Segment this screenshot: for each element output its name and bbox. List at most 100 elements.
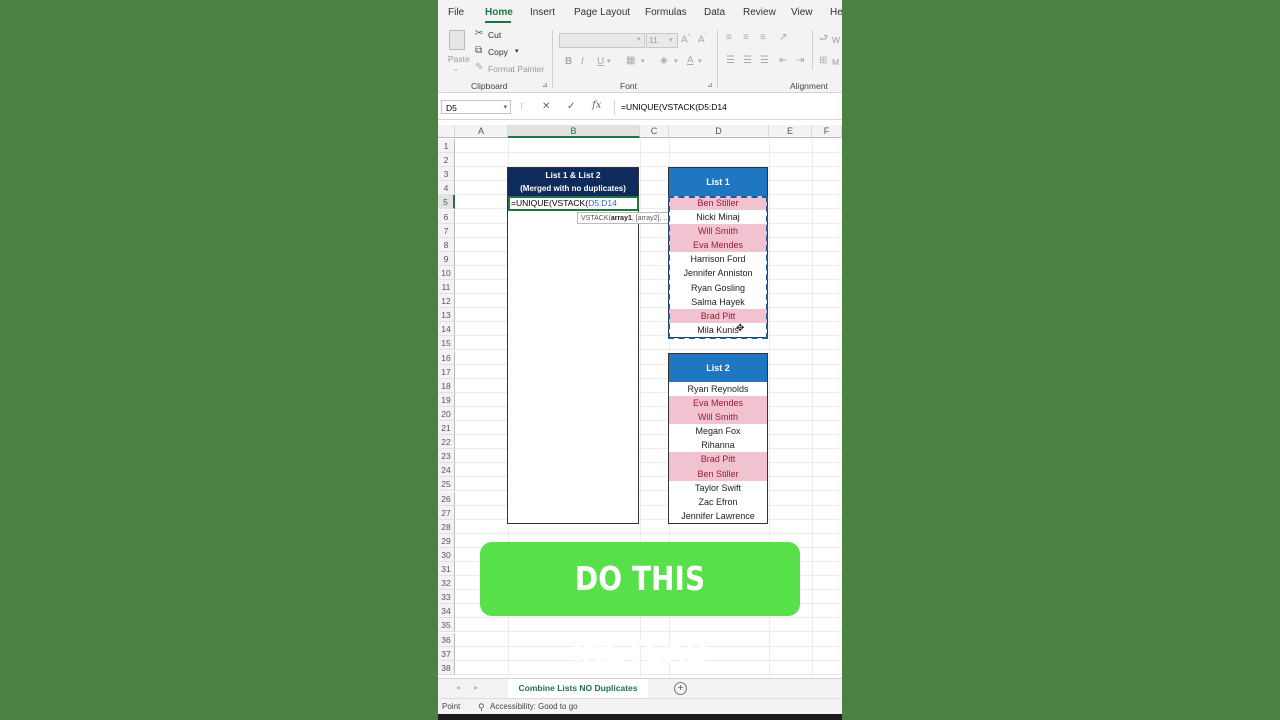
fill-color-icon[interactable]: ◈	[660, 56, 668, 66]
column-header-d[interactable]: D	[669, 125, 769, 138]
row-header[interactable]: 4	[438, 181, 455, 196]
scroll-right-icon[interactable]: ▸	[474, 684, 478, 692]
column-header-f[interactable]: F	[812, 125, 842, 138]
align-top-icon[interactable]: ≡	[726, 33, 732, 43]
add-sheet-icon[interactable]: +	[674, 682, 687, 695]
accessibility-icon[interactable]: ⚲	[478, 699, 485, 715]
row-header[interactable]: 10	[438, 265, 455, 280]
align-bottom-icon[interactable]: ≡	[760, 33, 766, 43]
list-item[interactable]: Ben Stiller	[669, 466, 767, 481]
font-name-select[interactable]	[559, 33, 645, 48]
tab-page-layout[interactable]: Page Layout	[574, 7, 630, 18]
list-item[interactable]: Salma Hayek	[669, 295, 767, 309]
decrease-indent-icon[interactable]: ⇤	[779, 56, 787, 66]
chevron-down-icon[interactable]: ▾	[607, 58, 611, 65]
scroll-left-icon[interactable]: ◂	[456, 684, 460, 692]
list-item[interactable]: Mila Kunis	[669, 323, 767, 337]
row-header[interactable]: 20	[438, 406, 455, 421]
sheet-tab-active[interactable]: Combine Lists NO Duplicates	[508, 679, 648, 700]
list-item[interactable]: Eva Mendes	[669, 396, 767, 411]
row-header[interactable]: 9	[438, 251, 455, 266]
tab-data[interactable]: Data	[704, 7, 725, 18]
row-header[interactable]: 23	[438, 449, 455, 464]
formula-input[interactable]: =UNIQUE(VSTACK(D5:D14	[614, 100, 842, 115]
list-item[interactable]: Taylor Swift	[669, 481, 767, 495]
enter-icon[interactable]: ✓	[567, 102, 575, 112]
column-header-b[interactable]: B	[508, 125, 640, 138]
row-header[interactable]: 28	[438, 519, 455, 534]
list-item[interactable]: Brad Pitt	[669, 452, 767, 467]
row-header[interactable]: 29	[438, 533, 455, 548]
tab-view[interactable]: View	[791, 7, 813, 18]
row-header[interactable]: 26	[438, 491, 455, 506]
row-header[interactable]: 36	[438, 632, 455, 647]
list-item[interactable]: Rihanna	[669, 438, 767, 452]
row-header[interactable]: 12	[438, 294, 455, 309]
select-all-corner[interactable]	[438, 125, 455, 138]
row-header[interactable]: 13	[438, 308, 455, 323]
row-header[interactable]: 15	[438, 336, 455, 351]
row-header[interactable]: 6	[438, 209, 455, 224]
list-item[interactable]: Brad Pitt	[669, 308, 767, 323]
italic-button[interactable]: I	[581, 57, 584, 67]
underline-button[interactable]: U	[597, 57, 604, 67]
column-header-c[interactable]: C	[640, 125, 669, 138]
accessibility-status[interactable]: Accessibility: Good to go	[490, 699, 578, 715]
list-item[interactable]: Zac Efron	[669, 495, 767, 509]
tab-help[interactable]: He	[830, 7, 842, 18]
row-header[interactable]: 17	[438, 364, 455, 379]
list-item[interactable]: Jennifer Lawrence	[669, 509, 767, 523]
wrap-text-label[interactable]: W	[832, 35, 840, 45]
tab-home[interactable]: Home	[485, 7, 513, 18]
row-header[interactable]: 3	[438, 167, 455, 182]
chevron-down-icon[interactable]: ▾	[641, 58, 645, 65]
row-header[interactable]: 30	[438, 547, 455, 562]
list1-header[interactable]: List 1	[669, 168, 767, 196]
row-header[interactable]: 14	[438, 322, 455, 337]
list2-header[interactable]: List 2	[669, 354, 767, 382]
paste-button[interactable]: Paste ⌄	[446, 28, 470, 74]
cancel-icon[interactable]: ✕	[542, 102, 550, 112]
row-header[interactable]: 1	[438, 139, 455, 153]
align-right-icon[interactable]: ☰	[760, 56, 769, 66]
row-header[interactable]: 7	[438, 223, 455, 238]
list-item[interactable]: Will Smith	[669, 410, 767, 425]
list-item[interactable]: Eva Mendes	[669, 238, 767, 253]
chevron-down-icon[interactable]: ▾	[674, 58, 678, 65]
row-header[interactable]: 18	[438, 378, 455, 393]
bold-button[interactable]: B	[565, 57, 572, 67]
list-item[interactable]: Megan Fox	[669, 424, 767, 438]
column-header-e[interactable]: E	[769, 125, 812, 138]
font-size-select[interactable]: 11 ▾	[646, 33, 678, 48]
decrease-font-icon[interactable]: Aˇ	[698, 34, 707, 45]
merged-list-header[interactable]: List 1 & List 2 (Merged with no duplicat…	[508, 168, 638, 196]
list-item[interactable]: Jennifer Anniston	[669, 266, 767, 280]
dialog-launcher-icon[interactable]: ⊿	[707, 82, 713, 89]
row-header[interactable]: 37	[438, 646, 455, 661]
list-item[interactable]: Ben Stiller	[669, 196, 767, 211]
row-header[interactable]: 5	[438, 195, 455, 210]
row-header[interactable]: 8	[438, 237, 455, 252]
chevron-down-icon[interactable]: ▾	[698, 58, 702, 65]
list-item[interactable]: Nicki Minaj	[669, 210, 767, 224]
row-header[interactable]: 16	[438, 350, 455, 365]
increase-indent-icon[interactable]: ⇥	[796, 56, 804, 66]
row-header[interactable]: 24	[438, 463, 455, 478]
row-header[interactable]: 31	[438, 562, 455, 576]
tab-insert[interactable]: Insert	[530, 7, 555, 18]
row-header[interactable]: 27	[438, 505, 455, 520]
orientation-icon[interactable]: ↗	[779, 33, 787, 43]
tab-formulas[interactable]: Formulas	[645, 7, 687, 18]
insert-function-icon[interactable]: fx	[592, 101, 601, 111]
align-left-icon[interactable]: ☰	[726, 56, 735, 66]
list-item[interactable]: Harrison Ford	[669, 252, 767, 266]
row-header[interactable]: 35	[438, 618, 455, 633]
row-header[interactable]: 22	[438, 435, 455, 450]
row-header[interactable]: 34	[438, 604, 455, 619]
merge-center-icon[interactable]: ⊞	[819, 56, 827, 66]
row-header[interactable]: 38	[438, 660, 455, 675]
column-header-a[interactable]: A	[455, 125, 508, 138]
row-header[interactable]: 32	[438, 576, 455, 591]
tab-file[interactable]: File	[448, 7, 464, 18]
dialog-launcher-icon[interactable]: ⊿	[542, 82, 548, 89]
